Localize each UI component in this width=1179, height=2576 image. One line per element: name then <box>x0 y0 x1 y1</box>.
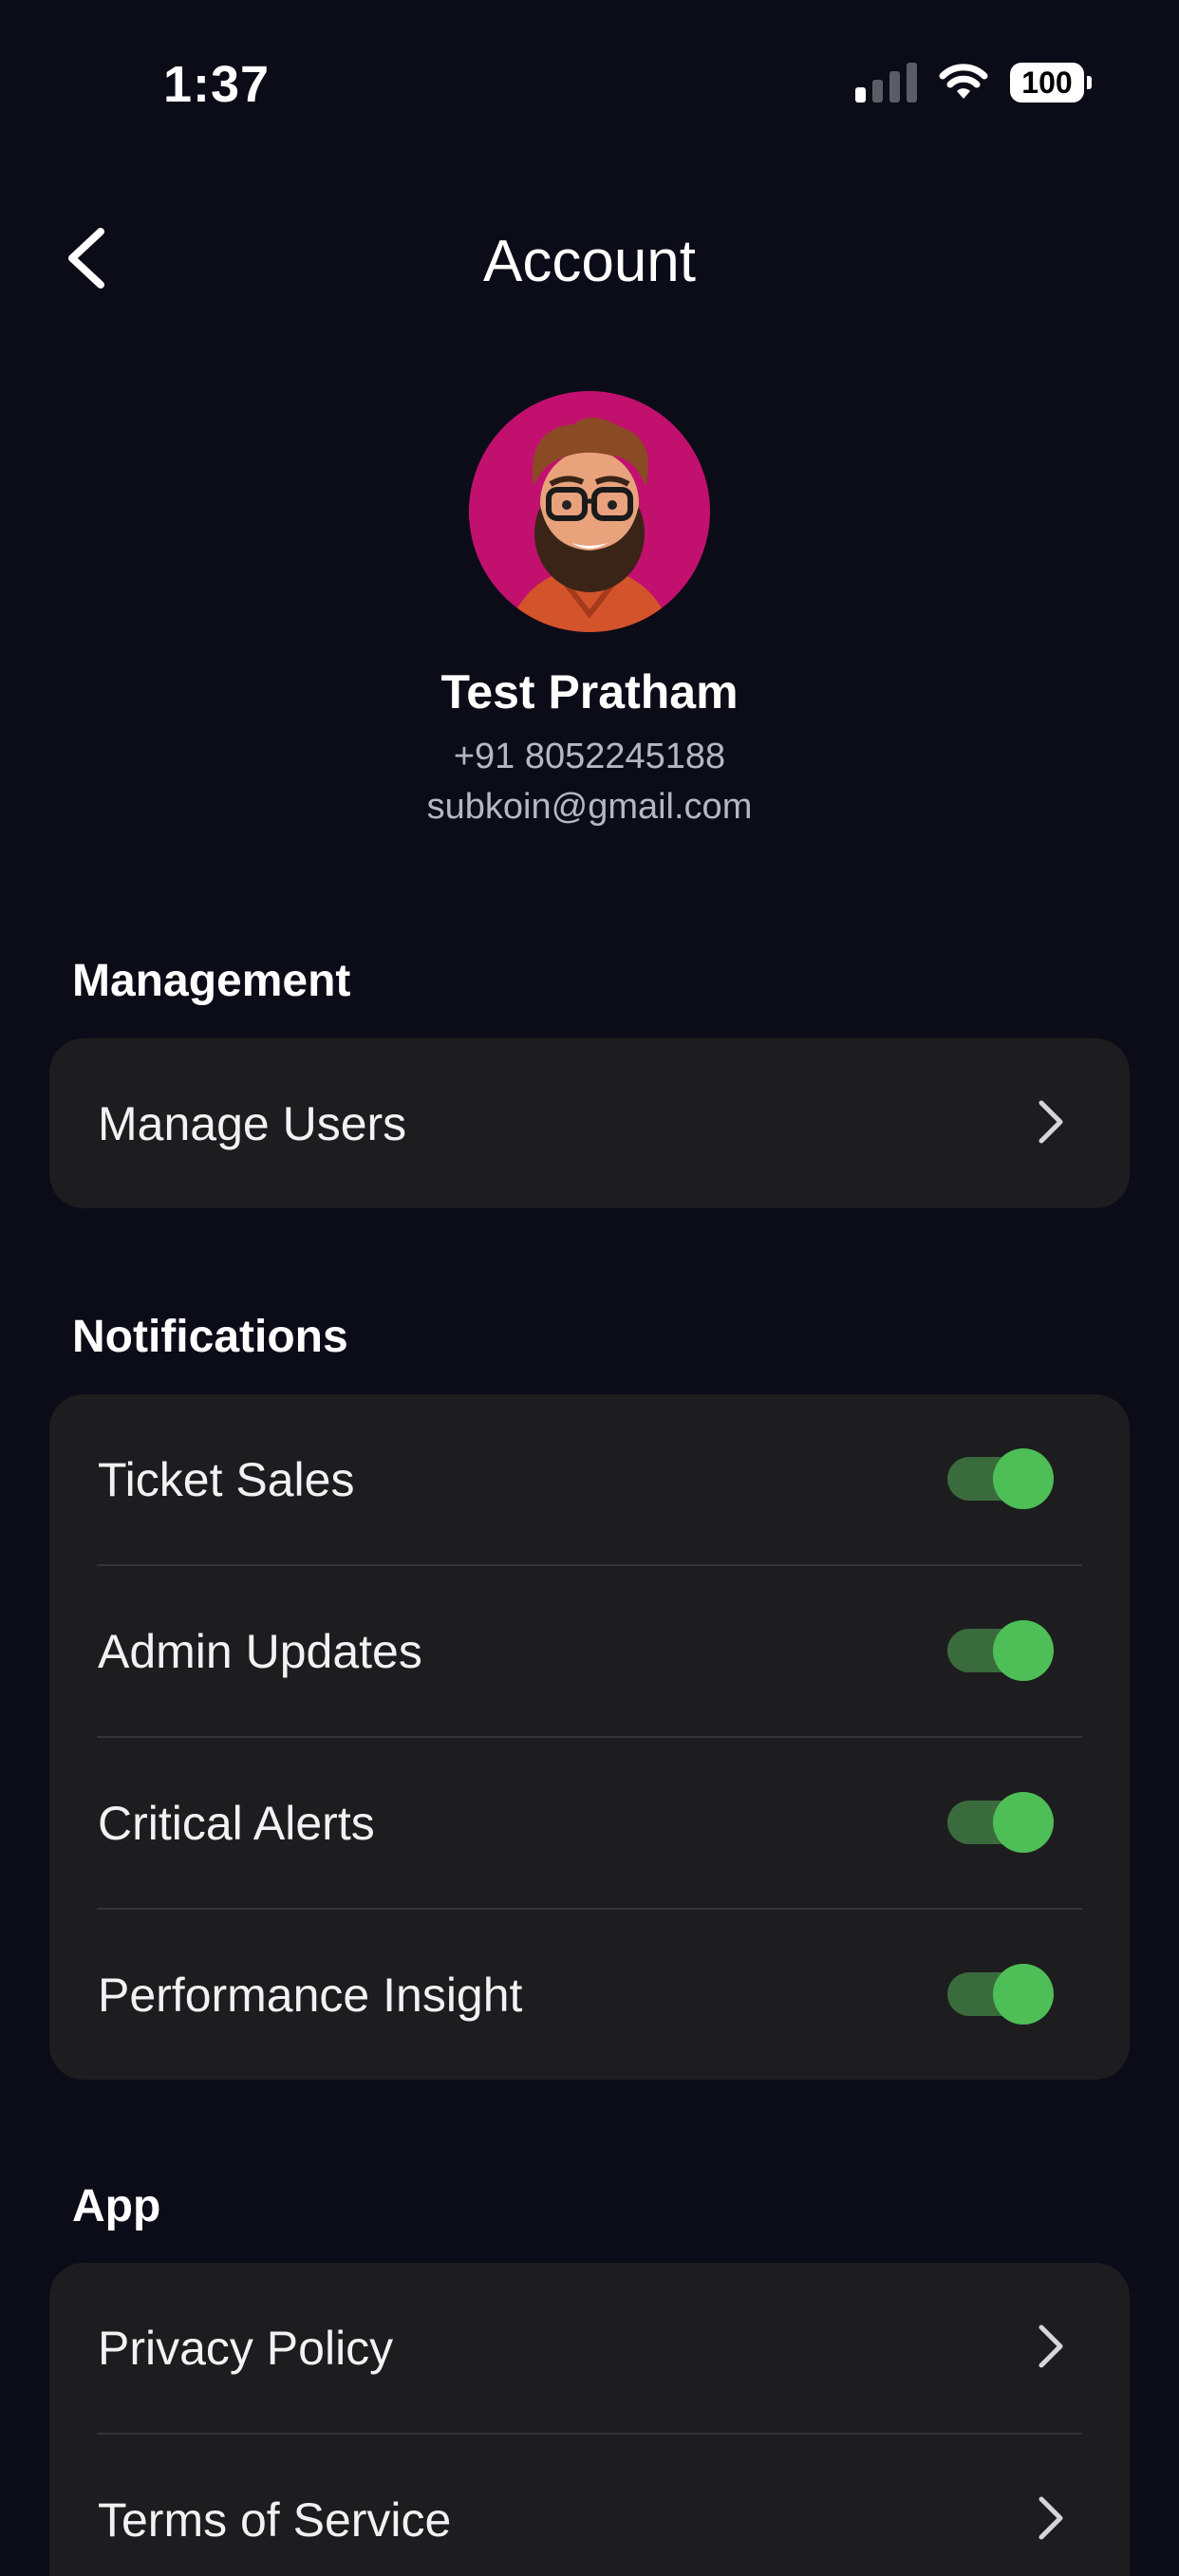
notification-row-critical-alerts: Critical Alerts <box>97 1738 1082 1910</box>
manage-users-row[interactable]: Manage Users <box>97 1038 1082 1208</box>
privacy-policy-label: Privacy Policy <box>98 2321 394 2375</box>
wifi-icon <box>939 64 988 99</box>
profile-name: Test Pratham <box>440 665 739 719</box>
toggle-knob <box>993 1448 1054 1509</box>
performance-insight-label: Performance Insight <box>98 1968 523 2022</box>
management-card: Manage Users <box>49 1038 1130 1208</box>
toggle-knob <box>993 1964 1054 2025</box>
battery-icon: 100 <box>1010 63 1092 103</box>
manage-users-label: Manage Users <box>98 1096 407 1150</box>
avatar[interactable] <box>469 391 710 632</box>
section-heading-notifications: Notifications <box>72 1312 348 1362</box>
admin-updates-label: Admin Updates <box>98 1624 422 1678</box>
notification-row-ticket-sales: Ticket Sales <box>97 1394 1082 1566</box>
chevron-right-icon <box>1039 2324 1063 2368</box>
section-heading-management: Management <box>72 956 351 1006</box>
app-card: Privacy Policy Terms of Service <box>49 2263 1130 2576</box>
status-icons: 100 <box>855 63 1092 103</box>
terms-of-service-row[interactable]: Terms of Service <box>97 2435 1082 2576</box>
notification-row-performance-insight: Performance Insight <box>97 1910 1082 2080</box>
cellular-signal-icon <box>855 63 917 103</box>
avatar-icon <box>507 418 672 632</box>
ticket-sales-toggle[interactable] <box>947 1447 1054 1509</box>
notifications-card: Ticket Sales Admin Updates Critical Aler… <box>49 1394 1130 2080</box>
profile-phone: +91 8052245188 <box>453 737 726 776</box>
section-heading-app: App <box>72 2181 161 2231</box>
chevron-right-icon <box>1039 2496 1063 2540</box>
admin-updates-toggle[interactable] <box>947 1619 1054 1681</box>
privacy-policy-row[interactable]: Privacy Policy <box>97 2263 1082 2435</box>
ticket-sales-label: Ticket Sales <box>98 1452 355 1506</box>
critical-alerts-toggle[interactable] <box>947 1791 1054 1853</box>
nav-bar: Account <box>0 199 1179 323</box>
performance-insight-toggle[interactable] <box>947 1963 1054 2025</box>
critical-alerts-label: Critical Alerts <box>98 1796 375 1850</box>
toggle-knob <box>993 1620 1054 1681</box>
toggle-knob <box>993 1792 1054 1853</box>
chevron-right-icon <box>1039 1100 1063 1144</box>
page-title: Account <box>482 229 697 294</box>
profile-header: Test Pratham +91 8052245188 subkoin@gmai… <box>0 391 1179 828</box>
profile-email: subkoin@gmail.com <box>426 787 753 827</box>
status-bar: 1:37 100 <box>0 0 1179 152</box>
notification-row-admin-updates: Admin Updates <box>97 1566 1082 1738</box>
status-time: 1:37 <box>163 56 271 113</box>
terms-of-service-label: Terms of Service <box>98 2492 452 2547</box>
